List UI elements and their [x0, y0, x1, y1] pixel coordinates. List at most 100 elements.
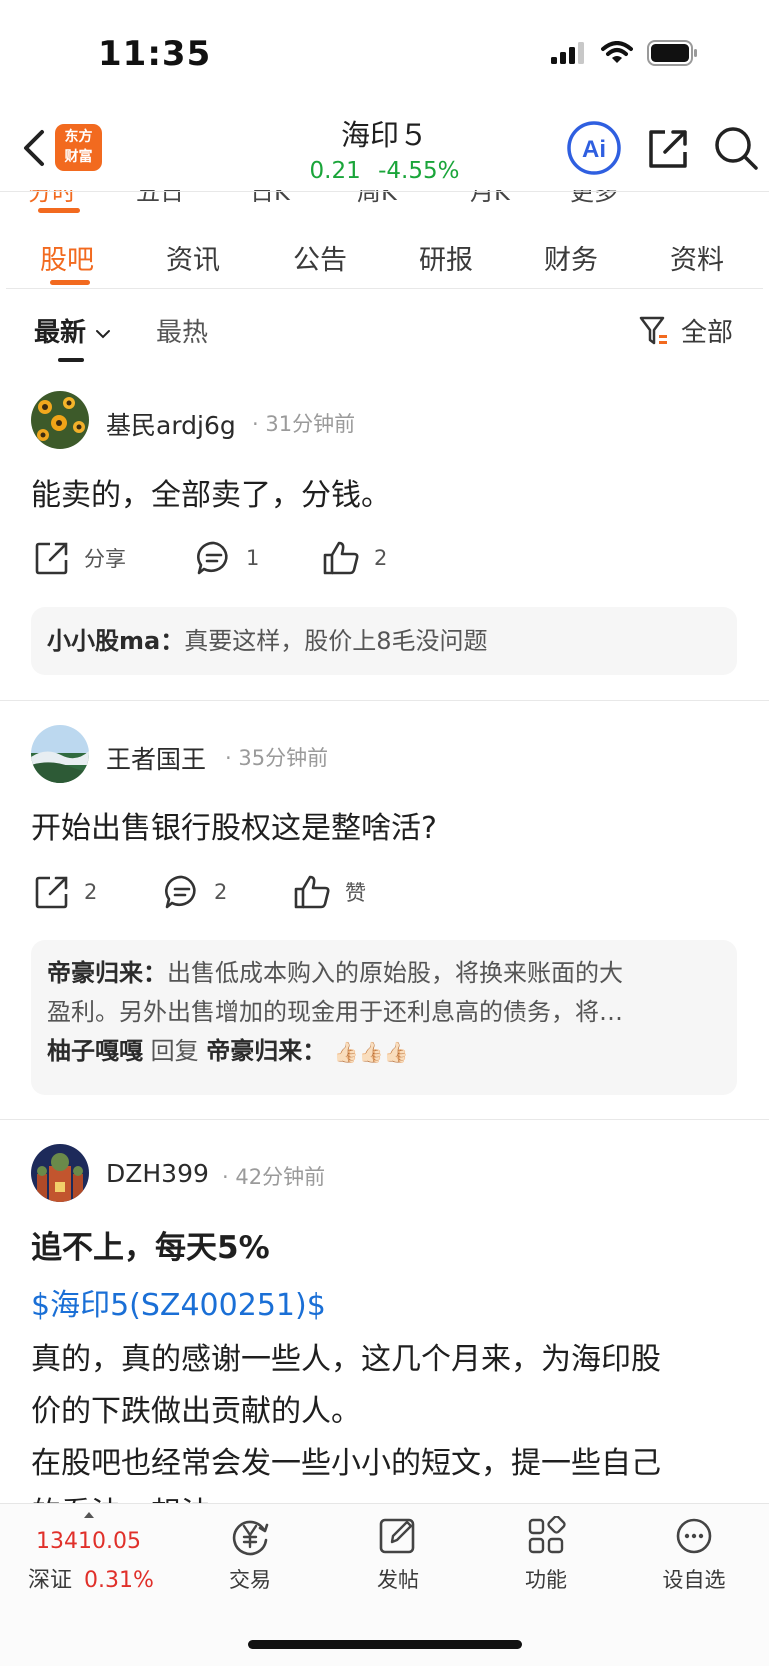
search-icon [715, 127, 758, 170]
index-change: 0.31% [84, 1568, 154, 1593]
share-label: 分享 [84, 547, 126, 571]
thumbs-up-emoji: 👍🏻👍🏻👍🏻 [333, 1040, 409, 1064]
like-action[interactable]: 赞 [293, 874, 366, 910]
chart-tabs-row: 分时 五日 日K 周K 月K 更多 [0, 190, 769, 206]
post-divider [0, 700, 769, 701]
compose-icon [379, 1518, 415, 1554]
avatar-flowers-image [31, 391, 89, 449]
post-body[interactable]: 能卖的，全部卖了，分钱。 [31, 470, 391, 514]
like-action[interactable]: 2 [322, 540, 387, 576]
stock-price: 0.21 [309, 158, 361, 184]
post-body-line[interactable]: 真的，真的感谢一些人，这几个月来，为海印股 [31, 1334, 661, 1378]
yen-exchange-icon [232, 1520, 269, 1556]
post-title[interactable]: 追不上，每天5% [31, 1222, 270, 1267]
tab-research[interactable]: 研报 [419, 238, 473, 277]
sort-hot-button[interactable]: 最热 [156, 312, 208, 349]
nested-reply-target[interactable]: 帝豪归来： [206, 1037, 326, 1065]
nav-label: 发帖 [377, 1568, 419, 1592]
like-label: 赞 [345, 881, 366, 905]
nav-functions[interactable]: 功能 [496, 1516, 596, 1594]
comment-icon [165, 875, 196, 909]
avatar-landscape-image [31, 725, 89, 783]
status-time: 11:35 [98, 34, 212, 74]
index-value[interactable]: 13410.05 [36, 1529, 141, 1554]
nav-trade[interactable]: 交易 [200, 1516, 300, 1594]
reply-text: 真要这样，股价上8毛没问题 [184, 627, 488, 655]
tab-guba[interactable]: 股吧 [40, 238, 94, 277]
share-icon [35, 542, 68, 575]
filter-button[interactable]: 全部 [639, 312, 733, 349]
signal-icon [551, 42, 584, 64]
chart-tab[interactable]: 分时 [28, 190, 76, 206]
wifi-icon [601, 41, 633, 63]
chart-tab[interactable]: 五日 [136, 190, 184, 206]
avatar[interactable] [31, 391, 89, 449]
post-time: · 31分钟前 [252, 412, 356, 436]
post-username[interactable]: DZH399 [106, 1159, 209, 1188]
reply-preview[interactable]: 小小股ma：真要这样，股价上8毛没问题 [31, 607, 737, 675]
comment-action[interactable]: 2 [164, 874, 227, 910]
post-body[interactable]: 开始出售银行股权这是整啥活? [31, 803, 437, 847]
avatar[interactable] [31, 1144, 89, 1202]
share-action[interactable]: 2 [34, 874, 97, 910]
comment-icon [197, 541, 228, 575]
share-button[interactable] [645, 126, 691, 172]
chart-tab[interactable]: 月K [470, 190, 510, 206]
stock-link[interactable]: $海印5(SZ400251)$ [31, 1280, 326, 1324]
more-dots-icon [676, 1518, 712, 1554]
filter-label: 全部 [681, 318, 734, 348]
nested-reply-author[interactable]: 柚子嘎嘎 [47, 1037, 143, 1065]
divider [0, 191, 769, 192]
share-icon [35, 876, 68, 909]
search-button[interactable] [712, 124, 760, 172]
chart-tab[interactable]: 日K [250, 190, 290, 206]
like-count: 2 [374, 546, 388, 570]
post-body-line[interactable]: 在股吧也经常会发一些小小的短文，提一些自己 [31, 1438, 661, 1482]
main-tab-indicator [50, 280, 90, 285]
filter-icon [639, 316, 667, 344]
nav-label: 交易 [229, 1568, 271, 1592]
tab-profile[interactable]: 资料 [670, 238, 724, 277]
grid-apps-icon [528, 1516, 566, 1554]
expand-up-icon[interactable] [82, 1510, 96, 1520]
nav-label: 设自选 [662, 1568, 726, 1592]
post-username[interactable]: 基民ardj6g [106, 406, 236, 442]
stock-change: -4.55% [378, 158, 460, 184]
index-ticker[interactable]: 深证 0.31% [28, 1562, 154, 1594]
nav-watchlist[interactable]: 设自选 [644, 1516, 744, 1594]
nested-reply[interactable]: 柚子嘎嘎 回复 帝豪归来： 👍🏻👍🏻👍🏻 [47, 1032, 721, 1072]
avatar[interactable] [31, 725, 89, 783]
ai-assistant-button[interactable]: Ai [566, 120, 622, 176]
reply-preview[interactable]: 帝豪归来：出售低成本购入的原始股，将换来账面的大 盈利。另外出售增加的现金用于还… [31, 940, 737, 1095]
chart-tab[interactable]: 更多 [570, 190, 618, 206]
tab-financials[interactable]: 财务 [544, 238, 598, 277]
share-count: 2 [84, 880, 98, 904]
comment-action[interactable]: 1 [196, 540, 259, 576]
reply-text: 盈利。另外出售增加的现金用于还利息高的债务，将… [47, 998, 623, 1026]
tab-news[interactable]: 资讯 [166, 238, 220, 277]
thumbs-up-icon [323, 541, 359, 575]
chart-tab[interactable]: 周K [357, 190, 397, 206]
share-icon [649, 130, 687, 168]
post-username[interactable]: 王者国王 [106, 740, 206, 776]
share-action[interactable]: 分享 [34, 540, 126, 576]
home-indicator [248, 1640, 522, 1649]
ai-icon: Ai [567, 121, 621, 175]
sort-latest-label: 最新 [34, 318, 87, 348]
nav-post[interactable]: 发帖 [348, 1516, 448, 1594]
reply-author[interactable]: 帝豪归来： [47, 959, 167, 987]
chart-tab-indicator [38, 208, 80, 213]
battery-icon [647, 40, 697, 66]
post-divider [0, 1119, 769, 1120]
sort-latest-button[interactable]: 最新 [34, 312, 111, 349]
reply-author[interactable]: 小小股ma： [47, 627, 184, 655]
nav-label: 功能 [525, 1568, 567, 1592]
post-time: · 42分钟前 [222, 1165, 326, 1189]
status-icons [551, 40, 699, 66]
index-name: 深证 [28, 1568, 73, 1593]
post-body-line[interactable]: 的看法，想法... [31, 1488, 240, 1504]
comment-count: 2 [214, 880, 228, 904]
post-body-line[interactable]: 价的下跌做出贡献的人。 [31, 1386, 361, 1430]
tab-announcements[interactable]: 公告 [293, 238, 347, 277]
sort-indicator [58, 358, 84, 362]
